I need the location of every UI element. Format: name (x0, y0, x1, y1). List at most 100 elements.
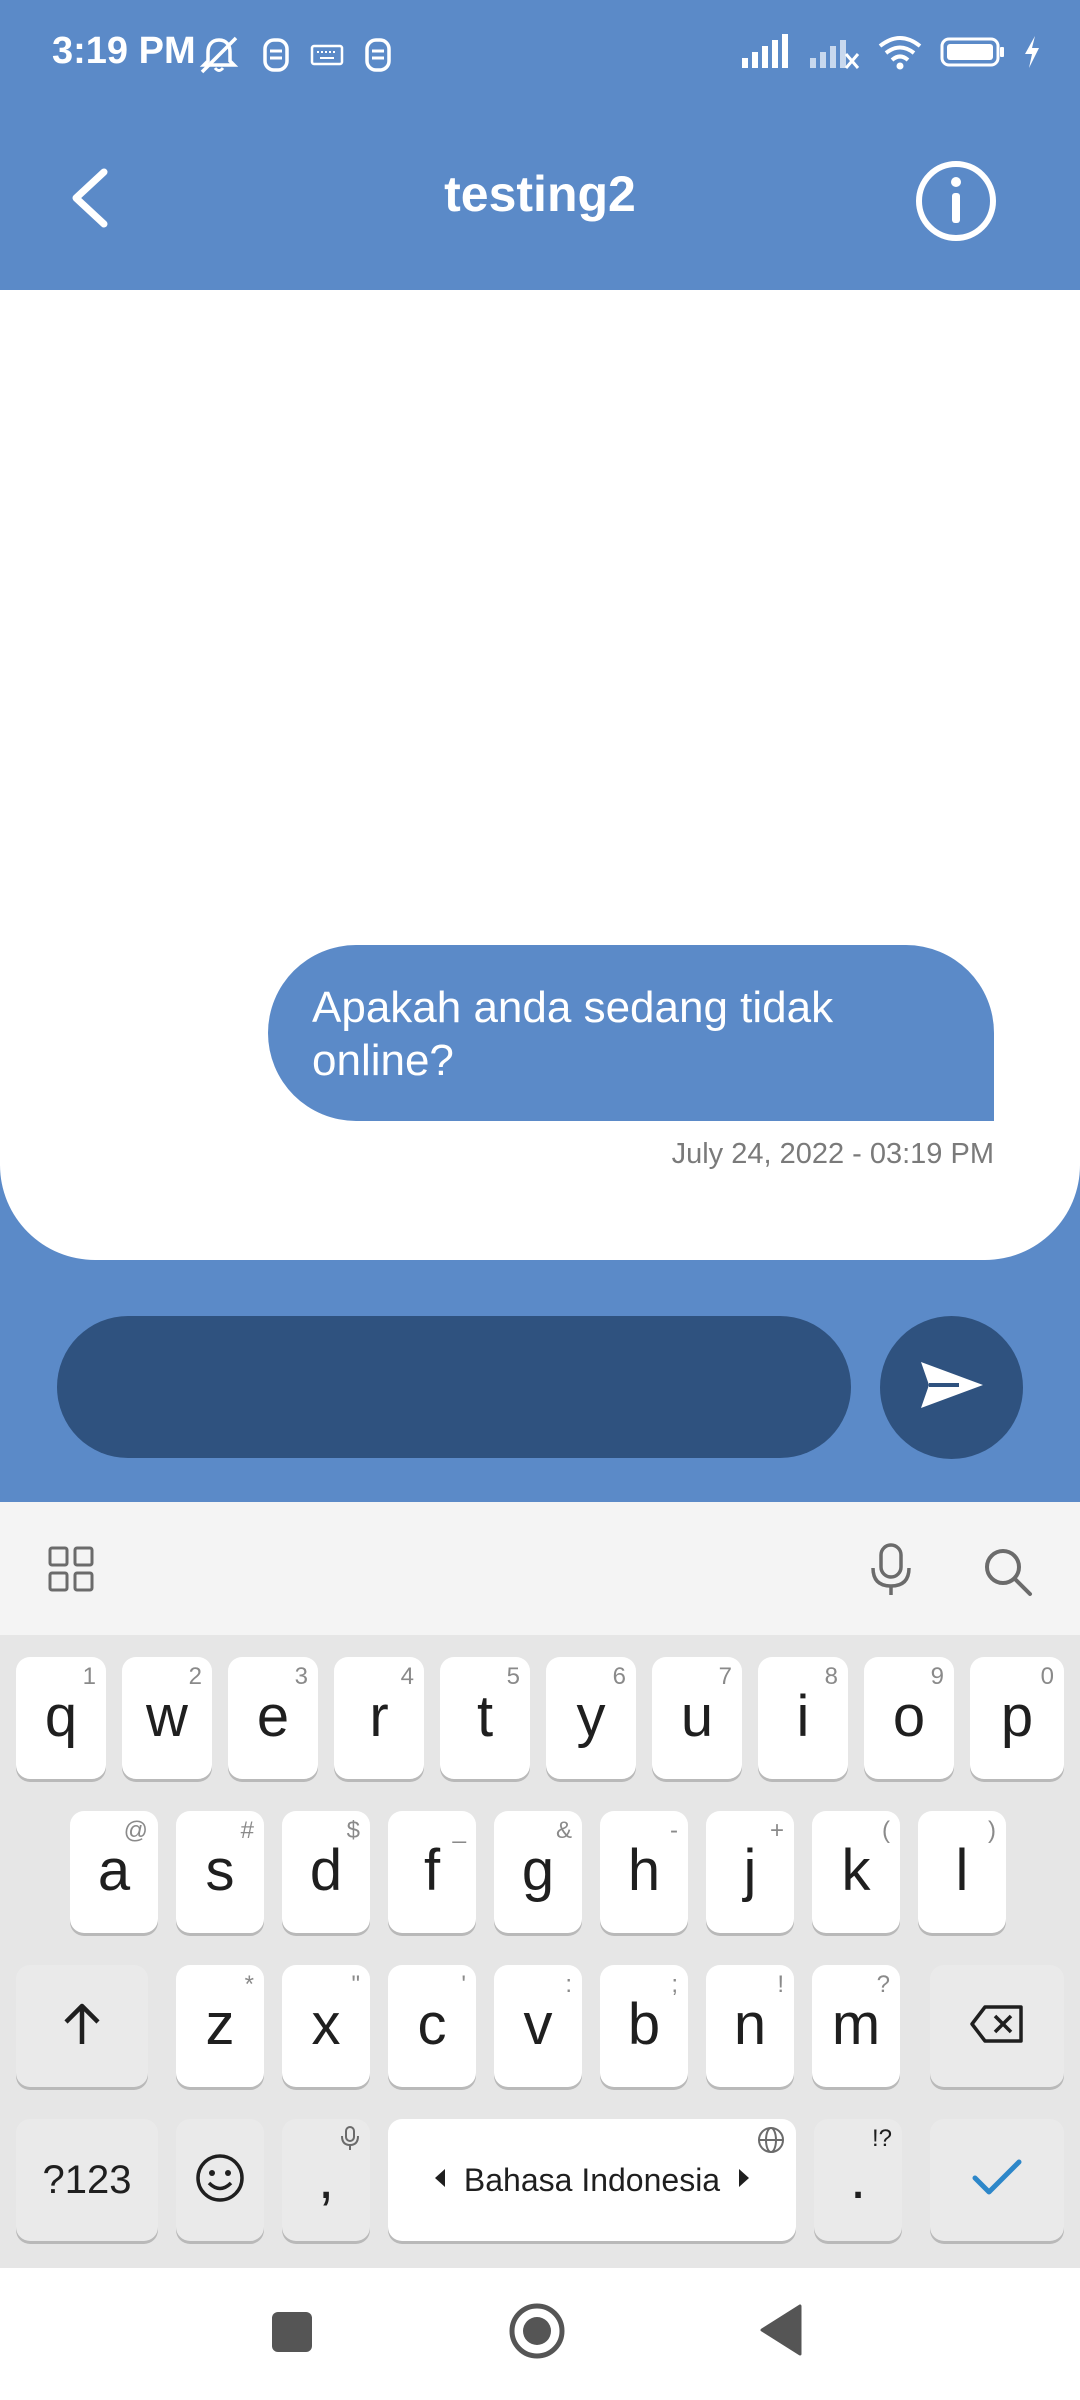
key-b[interactable]: ; b (600, 1965, 688, 2087)
key-s[interactable]: # s (176, 1811, 264, 1933)
key-label: m (831, 1992, 881, 2057)
status-bar: 3:19 PM (0, 0, 1080, 115)
shift-key[interactable] (16, 1965, 148, 2087)
message-timestamp: July 24, 2022 - 03:19 PM (671, 1138, 994, 1170)
notification-icon (262, 37, 290, 78)
key-label: r (369, 1684, 389, 1749)
notification-icon (364, 37, 392, 78)
emoji-key[interactable] (176, 2119, 264, 2241)
message-bubble[interactable]: Apakah anda sedang tidak online? (268, 945, 994, 1121)
key-label: x (311, 1992, 341, 2057)
send-button[interactable] (880, 1316, 1023, 1459)
key-label: k (841, 1838, 871, 1903)
signal-icon (740, 34, 792, 75)
key-label: a (97, 1838, 131, 1903)
send-icon (919, 1358, 985, 1417)
key-label: e (256, 1684, 290, 1749)
app-bar: testing2 (0, 115, 1080, 290)
key-i[interactable]: 8i (758, 1657, 848, 1779)
wifi-icon (876, 34, 924, 75)
key-label: c (417, 1992, 447, 2057)
conversation-area[interactable]: Apakah anda sedang tidak online? July 24… (0, 290, 1080, 1260)
key-g[interactable]: & g (494, 1811, 582, 1933)
key-label: d (309, 1838, 343, 1903)
status-left-icons (196, 34, 392, 81)
key-label: b (627, 1992, 661, 2057)
battery-icon (940, 34, 1006, 75)
back-nav-button[interactable] (758, 2304, 804, 2361)
key-l[interactable]: ) l (918, 1811, 1006, 1933)
period-label: . (849, 2146, 867, 2211)
key-d[interactable]: $ d (282, 1811, 370, 1933)
key-v[interactable]: :v (494, 1965, 582, 2087)
caret-left-icon (434, 2168, 446, 2193)
caret-right-icon (738, 2168, 750, 2193)
key-r[interactable]: 4r (334, 1657, 424, 1779)
comma-key[interactable]: , (282, 2119, 370, 2241)
key-label: q (44, 1684, 78, 1749)
symbols-key[interactable]: ?123 (16, 2119, 158, 2241)
key-h[interactable]: -h (600, 1811, 688, 1933)
info-icon (912, 161, 1000, 249)
key-t[interactable]: 5t (440, 1657, 530, 1779)
key-k[interactable]: (k (812, 1811, 900, 1933)
key-c[interactable]: ' c (388, 1965, 476, 2087)
key-label: l (955, 1838, 969, 1903)
key-n[interactable]: ! n (706, 1965, 794, 2087)
key-label: u (680, 1684, 714, 1749)
backspace-key[interactable] (930, 1965, 1064, 2087)
backspace-icon (969, 2004, 1025, 2049)
key-e[interactable]: 3e (228, 1657, 318, 1779)
key-m[interactable]: ? m (812, 1965, 900, 2087)
period-key[interactable]: !? . (814, 2119, 902, 2241)
key-x[interactable]: " x (282, 1965, 370, 2087)
key-u[interactable]: 7u (652, 1657, 742, 1779)
recents-square-icon (270, 2312, 314, 2358)
microphone-icon (867, 1543, 915, 1602)
key-z[interactable]: * z (176, 1965, 264, 2087)
keyboard-icon (310, 43, 344, 72)
key-label: z (205, 1992, 235, 2057)
status-time: 3:19 PM (52, 30, 196, 72)
key-a[interactable]: @ a (70, 1811, 158, 1933)
enter-key[interactable] (930, 2119, 1064, 2241)
key-j[interactable]: + j (706, 1811, 794, 1933)
key-label: p (1000, 1684, 1034, 1749)
search-icon (982, 1549, 1034, 1602)
key-label: y (576, 1684, 606, 1749)
key-label: g (521, 1838, 555, 1903)
info-button[interactable] (912, 157, 1000, 245)
apps-grid-button[interactable] (48, 1546, 94, 1597)
key-label: j (743, 1838, 757, 1903)
search-button[interactable] (982, 1546, 1034, 1603)
apps-grid-icon (48, 1546, 94, 1596)
arrow-up-icon (60, 2000, 104, 2053)
checkmark-icon (971, 2158, 1023, 2203)
signal-icon (808, 34, 860, 75)
key-p[interactable]: 0p (970, 1657, 1064, 1779)
key-f[interactable]: _ f (388, 1811, 476, 1933)
key-q[interactable]: 1q (16, 1657, 106, 1779)
key-o[interactable]: 9o (864, 1657, 954, 1779)
key-y[interactable]: 6y (546, 1657, 636, 1779)
key-label: i (796, 1684, 810, 1749)
key-label: t (476, 1684, 494, 1749)
key-w[interactable]: 2w (122, 1657, 212, 1779)
message-input[interactable] (57, 1316, 851, 1458)
key-label: f (423, 1838, 441, 1903)
recents-button[interactable] (270, 2310, 314, 2359)
key-label: s (205, 1838, 235, 1903)
emoji-icon (194, 2152, 246, 2209)
mute-icon (196, 34, 242, 81)
home-button[interactable] (508, 2302, 566, 2365)
comma-label: , (317, 2146, 335, 2211)
home-circle-icon (508, 2303, 566, 2364)
status-right-icons (740, 34, 1042, 75)
space-key[interactable]: Bahasa Indonesia (388, 2119, 796, 2241)
space-label: Bahasa Indonesia (463, 2161, 721, 2198)
voice-input-button[interactable] (867, 1542, 915, 1603)
key-label: o (892, 1684, 926, 1749)
key-label: h (627, 1838, 661, 1903)
keyboard-toolbar (0, 1502, 1080, 1635)
key-label: w (146, 1684, 188, 1749)
